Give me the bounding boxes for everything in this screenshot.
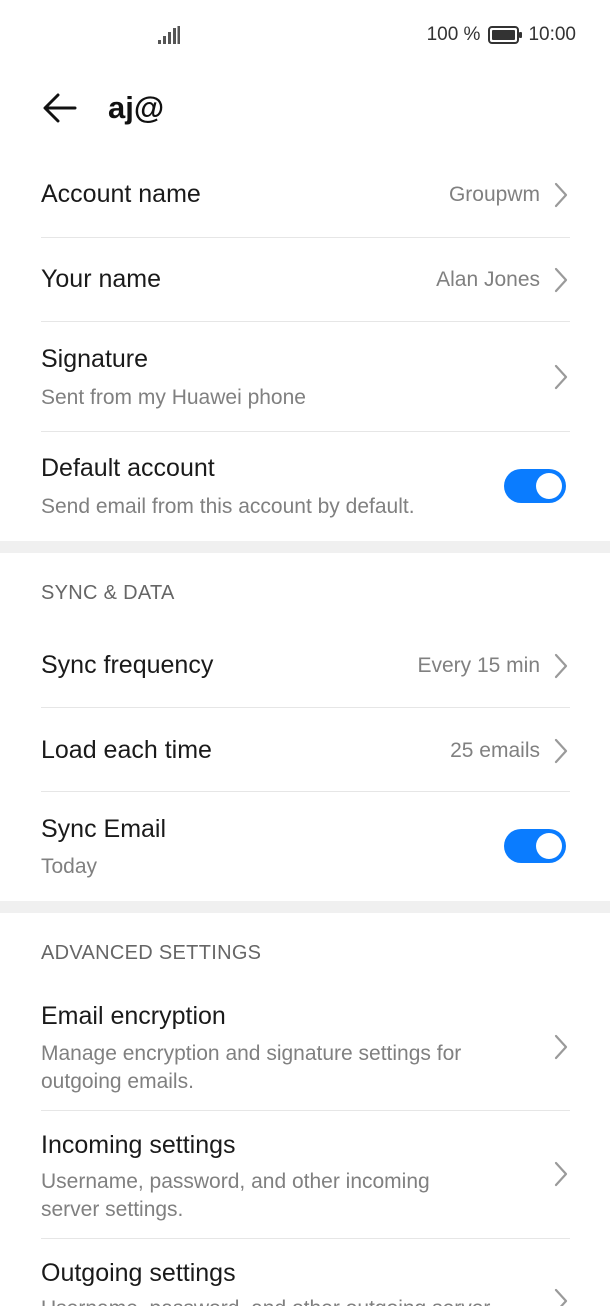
chevron-right-icon [554,653,568,679]
chevron-right-icon [554,364,568,390]
back-button[interactable] [38,86,82,130]
battery-percent: 100 % [426,24,481,45]
clock: 10:00 [528,24,576,45]
outgoing-settings-subtitle-line1: Username, password, and other outgoing s… [41,1295,490,1306]
account-name-row[interactable]: Account name Groupwm [41,152,570,238]
your-name-row[interactable]: Your name Alan Jones [41,238,570,322]
signature-label: Signature [41,345,149,373]
app-header: aj@ [0,72,610,142]
default-account-toggle[interactable] [504,469,566,503]
status-right: 100 % 10:00 [427,24,576,46]
incoming-settings-subtitle-line2: server settings. [41,1198,184,1221]
toggle-knob [536,473,562,499]
chevron-right-icon [554,182,568,208]
signal-icon [158,26,180,44]
default-account-subtitle: Send email from this account by default. [41,495,415,518]
load-each-time-value: 25 emails [450,739,540,762]
email-encryption-subtitle-line1: Manage encryption and signature settings… [41,1042,462,1065]
sync-frequency-value: Every 15 min [417,654,540,677]
battery-icon [488,26,523,44]
sync-email-subtitle: Today [41,855,98,878]
email-encryption-subtitle-line2: outgoing emails. [41,1070,194,1093]
email-encryption-label: Email encryption [41,1002,226,1030]
advanced-settings-section-header: ADVANCED SETTINGS [41,942,262,964]
account-name-label: Account name [41,180,201,208]
email-encryption-row[interactable]: Email encryption Manage encryption and s… [41,984,570,1110]
signature-subtitle: Sent from my Huawei phone [41,386,306,409]
account-name-value: Groupwm [448,183,540,206]
sync-email-row: Sync Email Today [41,792,570,900]
email-account-settings-screen: 100 % 10:00 aj@ Account name Groupwm You… [0,0,610,1306]
chevron-right-icon [554,1034,568,1060]
status-bar: 100 % 10:00 [0,0,610,72]
chevron-right-icon [554,1288,568,1306]
outgoing-settings-label: Outgoing settings [41,1259,236,1287]
sync-frequency-row[interactable]: Sync frequency Every 15 min [41,622,570,708]
section-separator [0,541,610,553]
sync-data-section-header: SYNC & DATA [41,582,175,604]
incoming-settings-subtitle-line1: Username, password, and other incoming [41,1170,430,1193]
incoming-settings-row[interactable]: Incoming settings Username, password, an… [41,1111,570,1238]
sync-frequency-label: Sync frequency [41,651,214,679]
toggle-knob [536,833,562,859]
sync-email-toggle[interactable] [504,829,566,863]
chevron-right-icon [554,267,568,293]
sync-email-label: Sync Email [41,815,167,843]
signature-row[interactable]: Signature Sent from my Huawei phone [41,322,570,432]
outgoing-settings-row[interactable]: Outgoing settings Username, password, an… [41,1239,570,1306]
chevron-right-icon [554,738,568,764]
default-account-label: Default account [41,454,215,482]
load-each-time-label: Load each time [41,736,212,764]
default-account-row: Default account Send email from this acc… [41,432,570,540]
section-separator [0,901,610,913]
your-name-label: Your name [41,265,161,293]
arrow-left-icon [43,93,77,123]
incoming-settings-label: Incoming settings [41,1131,236,1159]
load-each-time-row[interactable]: Load each time 25 emails [41,708,570,792]
page-title: aj@ [108,90,165,125]
your-name-value: Alan Jones [436,268,540,291]
chevron-right-icon [554,1161,568,1187]
